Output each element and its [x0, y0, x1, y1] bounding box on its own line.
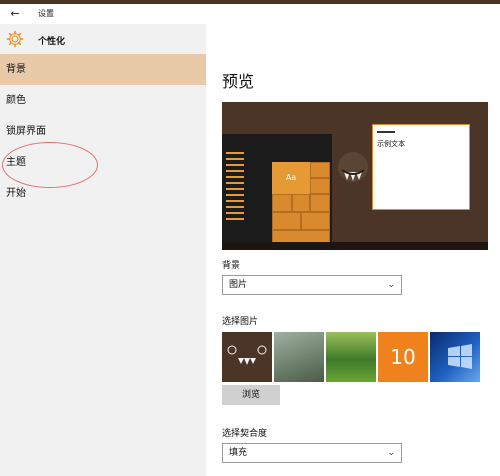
preview-menu-line: [226, 152, 244, 154]
browse-button[interactable]: 浏览: [222, 385, 280, 405]
sidebar: 背景 颜色 锁屏界面 主题 开始: [0, 54, 206, 476]
preview-start-menu: Aa: [222, 134, 332, 248]
preview-heading: 预览: [222, 72, 255, 91]
preview-tile: [310, 178, 330, 194]
fit-dropdown-value: 填充: [229, 448, 248, 458]
preview-tiles: Aa: [272, 162, 330, 248]
chevron-down-icon: ⌄: [387, 280, 395, 290]
wallpaper-thumb-foggy[interactable]: [274, 332, 324, 382]
preview-menu-line: [226, 188, 244, 190]
owl-face-icon: [227, 345, 267, 365]
sidebar-item-colors[interactable]: 颜色: [0, 85, 206, 116]
preview-menu-line: [226, 212, 244, 214]
preview-menu-line: [226, 182, 244, 184]
back-arrow-icon: ←: [10, 7, 20, 20]
background-label: 背景: [222, 261, 241, 271]
preview-sample-tile: Aa: [272, 162, 310, 194]
chevron-down-icon: ⌄: [387, 448, 395, 458]
preview-menu-line: [226, 158, 244, 160]
preview-window-bar: [377, 131, 395, 133]
preview-menu-line: [226, 194, 244, 196]
page-title: 个性化: [38, 37, 66, 47]
wallpaper-thumb-face[interactable]: [222, 332, 272, 382]
fit-dropdown[interactable]: 填充 ⌄: [222, 443, 402, 463]
choose-fit-label: 选择契合度: [222, 429, 268, 439]
wallpaper-thumb-ten[interactable]: 10: [378, 332, 428, 382]
preview-tile: [301, 212, 330, 230]
wallpaper-thumb-windows[interactable]: [430, 332, 480, 382]
preview-menu-line: [226, 218, 244, 220]
choose-picture-label: 选择图片: [222, 317, 259, 327]
sidebar-item-background[interactable]: 背景: [0, 54, 206, 85]
annotation-ellipse: [2, 142, 98, 188]
preview-menu-line: [226, 176, 244, 178]
preview-tile: [272, 212, 301, 230]
preview-tile: [272, 194, 292, 212]
preview-sample-text: 示例文本: [377, 140, 405, 148]
preview-window: 示例文本: [372, 124, 470, 210]
title-bar: ← 设置: [0, 4, 500, 24]
windows-logo-icon: [448, 344, 472, 369]
background-preview: Aa 示例文本: [222, 102, 488, 250]
preview-wallpaper-face: [338, 152, 368, 182]
page-header: 个性化: [0, 24, 206, 54]
preview-menu-line: [226, 164, 244, 166]
preview-taskbar: [222, 242, 488, 250]
main-content: 预览 Aa 示例文本 背景 图片 ⌄ 选择图片 10 浏览 选择契合度 填充 ⌄: [206, 24, 500, 476]
preview-tile: [292, 194, 310, 212]
back-button[interactable]: ←: [8, 7, 22, 21]
background-dropdown-value: 图片: [229, 280, 248, 290]
app-title: 设置: [38, 9, 54, 18]
preview-menu-line: [226, 206, 244, 208]
preview-menu-line: [226, 200, 244, 202]
sidebar-item-lock-screen[interactable]: 锁屏界面: [0, 116, 206, 147]
preview-menu-line: [226, 170, 244, 172]
gear-icon: [6, 30, 24, 48]
background-dropdown[interactable]: 图片 ⌄: [222, 275, 402, 295]
wallpaper-thumb-golf[interactable]: [326, 332, 376, 382]
picture-thumbnails: 10: [222, 332, 482, 382]
preview-tile: [310, 162, 330, 178]
preview-tile: [310, 194, 330, 212]
